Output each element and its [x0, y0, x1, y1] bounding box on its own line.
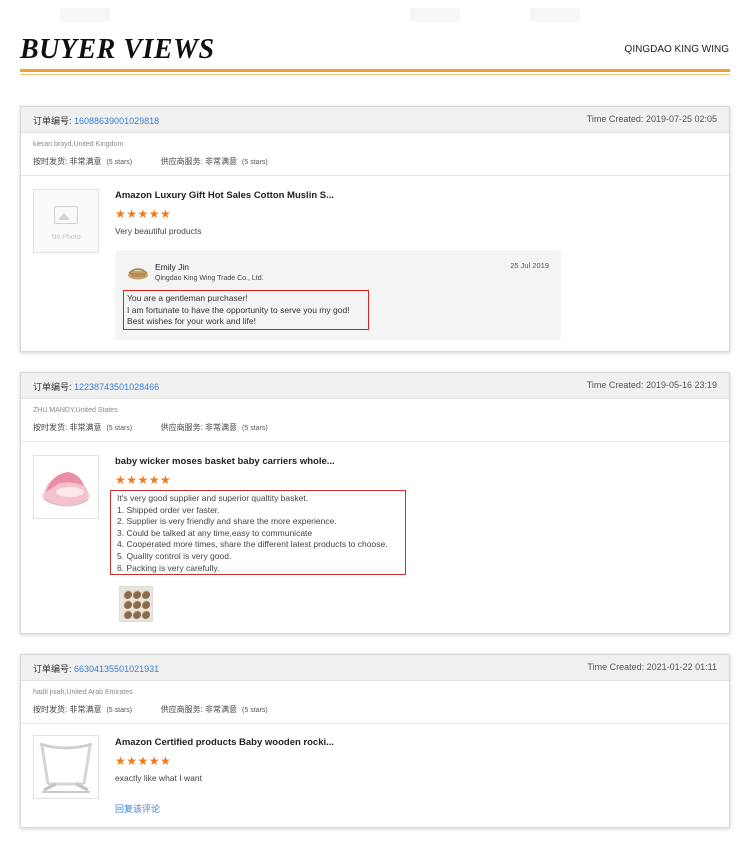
rating-row: 按时发货: 非常满意 (5 stars) 供应商服务: 非常满意 (5 stars)	[33, 704, 268, 715]
delivery-label: 按时发货:	[33, 705, 70, 714]
reply-company: Qingdao King Wing Trade Co., Ltd.	[155, 275, 264, 282]
card-divider	[21, 723, 729, 724]
delivery-stars: (5 stars)	[106, 159, 133, 166]
time-created-value: 2019-05-16 23:19	[645, 380, 717, 390]
faded-nav-item	[530, 8, 580, 22]
star-rating: ★★★★★	[115, 754, 172, 768]
reply-line: Best wishes for your work and life!	[127, 316, 256, 326]
product-thumbnail[interactable]: No Photo	[33, 189, 99, 253]
order-number-link[interactable]: 66304135501021931	[74, 664, 159, 674]
buyer-name: ZHU MANDY,United States	[33, 407, 118, 414]
product-thumbnail[interactable]	[33, 735, 99, 799]
review-card-header: 订单编号: 16088639001029818 Time Created: 20…	[21, 107, 729, 133]
time-created-label: Time Created:	[587, 662, 647, 672]
delivery-rating: 非常满意	[69, 705, 102, 714]
review-comment: exactly like what I want	[115, 773, 202, 783]
faded-nav-item	[410, 8, 460, 22]
product-title-link[interactable]: Amazon Luxury Gift Hot Sales Cotton Musl…	[115, 190, 334, 201]
reply-author: Emily Jin	[155, 262, 190, 272]
delivery-label: 按时发货:	[33, 157, 70, 166]
feedback-line: 6. Packing is very carefully.	[117, 562, 220, 573]
star-rating: ★★★★★	[115, 473, 172, 487]
service-stars: (5 stars)	[242, 425, 268, 432]
attached-photo[interactable]	[119, 586, 153, 622]
product-thumbnail[interactable]	[33, 455, 99, 519]
time-created: Time Created: 2019-05-16 23:19	[587, 380, 717, 390]
reply-line: I am fortunate to have the opportunity t…	[127, 304, 350, 315]
delivery-stars: (5 stars)	[106, 707, 133, 714]
service-rating: 非常满意	[205, 705, 238, 714]
feedback-line: 2. Supplier is very friendly and share t…	[117, 516, 337, 527]
time-created: Time Created: 2019-07-25 02:05	[587, 114, 717, 124]
time-created-label: Time Created:	[586, 114, 646, 124]
order-number[interactable]: 订单编号: 16088639001029818	[33, 114, 159, 127]
review-card: 订单编号: 66304135501021931 Time Created: 20…	[20, 654, 730, 828]
review-card-header: 订单编号: 12238743501028466 Time Created: 20…	[21, 373, 729, 399]
wooden-stand-image	[39, 742, 93, 793]
delivery-rating: 非常满意	[69, 423, 102, 432]
feedback-line: 5. Quality control is very good.	[117, 550, 232, 561]
delivery-stars: (5 stars)	[106, 425, 133, 432]
header-divider	[20, 69, 730, 72]
card-divider	[21, 175, 729, 176]
order-number-label: 订单编号:	[33, 116, 75, 126]
buyer-name: kieran broyd,United Kingdom	[33, 141, 124, 148]
product-title-link[interactable]: Amazon Certified products Baby wooden ro…	[115, 737, 334, 748]
review-card: 订单编号: 16088639001029818 Time Created: 20…	[20, 106, 730, 352]
top-strip	[0, 0, 750, 30]
header-divider-thin	[20, 74, 730, 75]
time-created-label: Time Created:	[586, 380, 646, 390]
delivery-label: 按时发货:	[33, 423, 70, 432]
reply-to-review-link[interactable]: 回复该评论	[115, 802, 160, 815]
order-number[interactable]: 订单编号: 66304135501021931	[33, 662, 159, 675]
page-title: BUYER VIEWS	[20, 34, 215, 65]
order-number-label: 订单编号:	[33, 664, 75, 674]
service-label: 供应商服务:	[160, 157, 206, 166]
review-comment: Very beautiful products	[115, 226, 202, 236]
star-rating: ★★★★★	[115, 207, 172, 221]
feedback-box: It's very good supplier and superior qua…	[110, 490, 406, 575]
service-label: 供应商服务:	[160, 705, 206, 714]
time-created-value: 2019-07-25 02:05	[645, 114, 717, 124]
pink-bassinet-image	[42, 472, 90, 507]
review-card: 订单编号: 12238743501028466 Time Created: 20…	[20, 372, 730, 634]
no-photo-icon	[54, 206, 78, 224]
feedback-line: 4. Cooperated more times, share the diff…	[117, 539, 388, 550]
delivery-rating: 非常满意	[69, 157, 102, 166]
buyer-name: hadil jniah,United Arab Emirates	[33, 689, 133, 696]
service-label: 供应商服务:	[160, 423, 206, 432]
service-rating: 非常满意	[205, 157, 238, 166]
order-number-link[interactable]: 16088639001029818	[74, 116, 159, 126]
basket-avatar-icon	[128, 268, 148, 280]
reply-message-box: You are a gentleman purchaser! I am fort…	[123, 290, 369, 330]
time-created: Time Created: 2021-01-22 01:11	[587, 662, 717, 672]
no-photo-label: No Photo	[51, 234, 81, 241]
product-title-link[interactable]: baby wicker moses basket baby carriers w…	[115, 456, 335, 467]
review-card-header: 订单编号: 66304135501021931 Time Created: 20…	[21, 655, 729, 681]
time-created-value: 2021-01-22 01:11	[646, 662, 717, 672]
card-divider	[21, 441, 729, 442]
supplier-reply: Emily Jin Qingdao King Wing Trade Co., L…	[115, 250, 561, 340]
service-stars: (5 stars)	[242, 707, 268, 714]
feedback-line: 3. Could be talked at any time,easy to c…	[117, 527, 313, 538]
rating-row: 按时发货: 非常满意 (5 stars) 供应商服务: 非常满意 (5 stars)	[33, 156, 268, 167]
reply-line: You are a gentleman purchaser!	[127, 293, 248, 303]
rating-row: 按时发货: 非常满意 (5 stars) 供应商服务: 非常满意 (5 stars)	[33, 422, 268, 433]
order-number-label: 订单编号:	[33, 382, 75, 392]
feedback-line: 1. Shipped order ver faster.	[117, 504, 220, 515]
company-name: QINGDAO KING WING	[624, 44, 729, 55]
reply-date: 25 Jul 2019	[510, 261, 549, 270]
service-stars: (5 stars)	[242, 159, 268, 166]
order-number[interactable]: 订单编号: 12238743501028466	[33, 380, 159, 393]
feedback-line: It's very good supplier and superior qua…	[117, 493, 309, 503]
service-rating: 非常满意	[205, 423, 238, 432]
faded-nav-item	[60, 8, 110, 22]
order-number-link[interactable]: 12238743501028466	[74, 382, 159, 392]
